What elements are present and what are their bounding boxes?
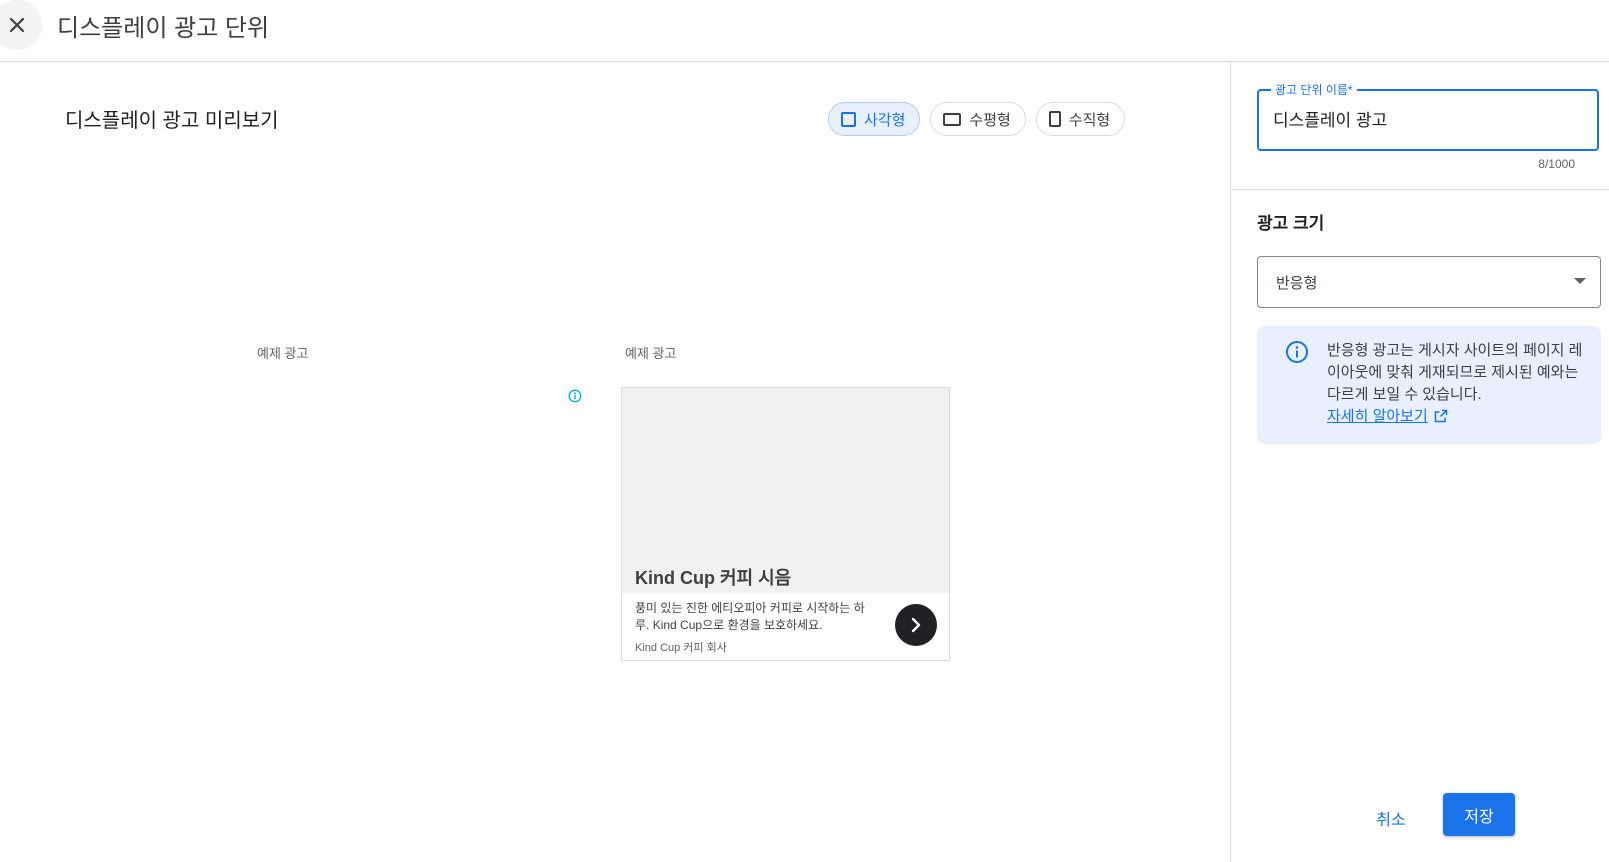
close-icon: [9, 17, 25, 33]
header: 디스플레이 광고 단위: [0, 0, 1609, 62]
external-link-icon: [1434, 409, 1448, 423]
example-ad-label-left: 예제 광고: [257, 346, 309, 361]
ad-headline: Kind Cup 커피 시음: [635, 568, 792, 588]
save-button[interactable]: 저장: [1443, 793, 1515, 836]
chip-label: 수평형: [969, 111, 1011, 129]
ad-description: 풍미 있는 진한 에티오피아 커피로 시작하는 하루. Kind Cup으로 환…: [635, 601, 865, 632]
shape-chip-square[interactable]: 사각형: [828, 102, 921, 136]
ad-unit-name-input[interactable]: [1273, 108, 1573, 128]
page-title: 디스플레이 광고 단위: [57, 15, 270, 42]
close-button[interactable]: [0, 0, 42, 50]
ad-choices-icon[interactable]: [568, 389, 582, 403]
ad-size-value: 반응형: [1276, 274, 1318, 292]
info-text: 반응형 광고는 게시자 사이트의 페이지 레이아웃에 맞춰 게재되므로 제시된 …: [1327, 342, 1583, 403]
info-icon: [1286, 341, 1308, 363]
ad-image: [622, 388, 949, 593]
ad-size-select[interactable]: 반응형: [1257, 256, 1601, 308]
chip-label: 사각형: [864, 111, 906, 129]
ad-unit-name-field[interactable]: 광고 단위 이름*: [1257, 81, 1599, 151]
ad-unit-name-label: 광고 단위 이름*: [1271, 81, 1357, 98]
horizontal-rect-icon: [943, 112, 962, 126]
ad-size-title: 광고 크기: [1257, 214, 1325, 233]
square-icon: [841, 111, 856, 127]
dropdown-arrow-icon: [1574, 278, 1586, 284]
shape-chip-vertical[interactable]: 수직형: [1035, 102, 1126, 136]
ad-next-button[interactable]: [895, 604, 937, 646]
learn-more-link[interactable]: 자세히 알아보기: [1327, 408, 1428, 425]
ad-shape-toggle: 사각형 수평형 수직형: [828, 102, 1126, 136]
ad-preview-card: Kind Cup 커피 시음 풍미 있는 진한 에티오피아 커피로 시작하는 하…: [621, 387, 950, 661]
cancel-button[interactable]: 취소: [1351, 797, 1431, 839]
chevron-right-icon: [911, 617, 921, 633]
vertical-rect-icon: [1048, 111, 1061, 127]
settings-panel: 광고 단위 이름* 8/1000 광고 크기 반응형 반응형 광고는 게시자 사…: [1230, 62, 1609, 862]
preview-area: 디스플레이 광고 미리보기 사각형 수평형 수직형 예제 광고 예제 광고 Ki…: [0, 62, 1230, 862]
info-text-wrapper: 반응형 광고는 게시자 사이트의 페이지 레이아웃에 맞춰 게재되므로 제시된 …: [1327, 340, 1583, 428]
example-ad-label-right: 예제 광고: [625, 346, 677, 361]
divider: [1231, 189, 1609, 190]
preview-title: 디스플레이 광고 미리보기: [65, 110, 279, 132]
char-count: 8/1000: [1538, 157, 1575, 171]
ad-brand: Kind Cup 커피 회사: [635, 642, 727, 654]
shape-chip-horizontal[interactable]: 수평형: [930, 102, 1026, 136]
chip-label: 수직형: [1068, 111, 1111, 129]
responsive-info-box: 반응형 광고는 게시자 사이트의 페이지 레이아웃에 맞춰 게재되므로 제시된 …: [1257, 326, 1601, 444]
